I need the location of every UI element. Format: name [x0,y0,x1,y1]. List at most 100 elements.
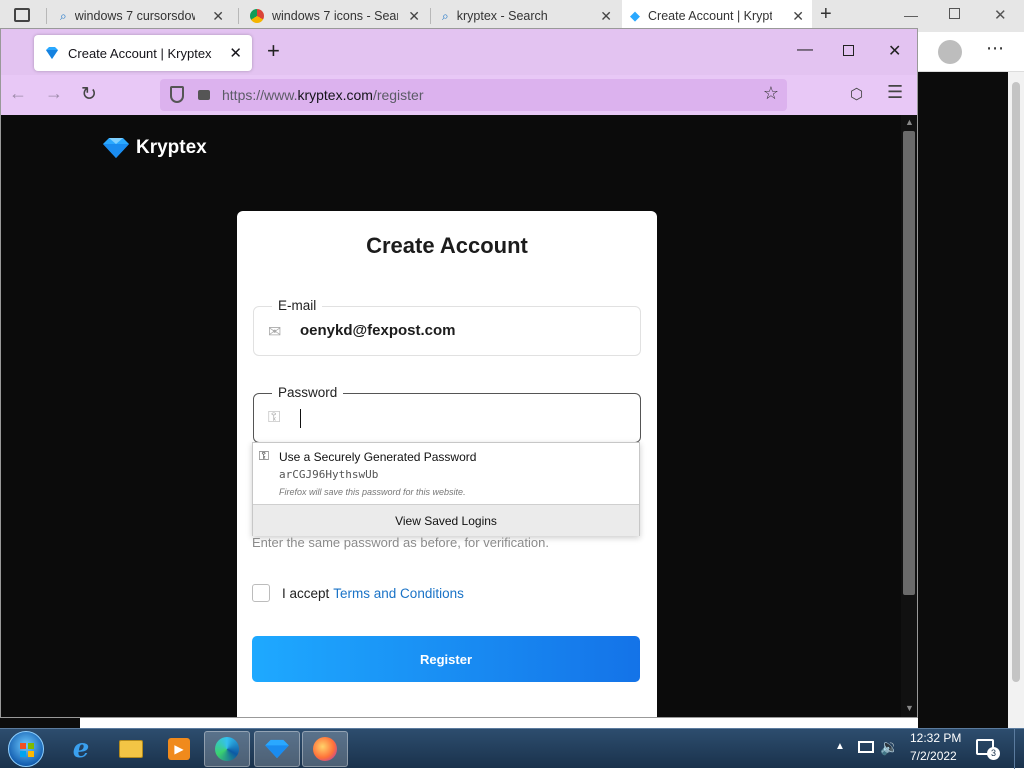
view-saved-logins-button[interactable]: View Saved Logins [253,504,639,536]
email-field[interactable]: E-mail ✉ oenykd@fexpost.com [253,298,641,356]
logo-text: Kryptex [136,137,207,158]
clock-time[interactable]: 12:32 PM [910,731,961,745]
firefox-window: Create Account | Kryptex ✕ + — ✕ ← → ↻ h… [0,28,918,718]
new-tab-icon[interactable]: + [267,39,280,63]
tab-separator [430,8,431,24]
text-caret [300,409,301,428]
media-player-button[interactable]: ▶ [156,731,202,767]
clock-date[interactable]: 7/2/2022 [910,749,957,763]
email-label: E-mail [272,298,323,313]
tracking-shield-icon[interactable] [170,86,184,103]
url-prefix: https://www. [222,87,298,103]
close-icon[interactable]: ✕ [600,8,612,25]
notification-count: 3 [987,747,1000,760]
terms-link[interactable]: Terms and Conditions [333,586,464,601]
folder-icon [119,740,143,758]
close-icon[interactable]: ✕ [229,44,242,62]
scrollbar-thumb[interactable] [903,131,915,595]
back-arrow-icon[interactable]: ← [9,83,27,104]
url-host: kryptex.com [297,87,373,103]
firefox-tab-strip: Create Account | Kryptex ✕ + — ✕ [1,29,917,75]
profile-avatar[interactable] [938,40,962,64]
url-text[interactable]: https://www.kryptex.com/register [222,87,424,103]
tab-separator [238,8,239,24]
lock-icon[interactable] [198,90,210,100]
tab-separator [46,8,47,24]
terms-prefix: I accept [282,585,330,601]
file-explorer-button[interactable] [108,731,154,767]
generated-password-option[interactable]: ⚿ Use a Securely Generated Password arCG… [253,443,639,503]
forward-arrow-icon[interactable]: → [45,83,63,104]
chrome-favicon-icon [250,9,264,23]
tab-label: windows 7 cursorsdown [74,9,195,23]
password-label: Password [272,385,344,400]
windows-taskbar: e ▶ ▲ 🔉 12:32 PM 7/2/2022 3 [0,728,1024,769]
kryptex-taskbar-button[interactable] [254,731,300,767]
close-icon[interactable]: ✕ [212,8,224,25]
generate-password-title: Use a Securely Generated Password [279,450,477,464]
more-options-icon[interactable]: ⋯ [986,38,1004,59]
kryptex-diamond-icon: ◆ [630,8,640,23]
password-autocomplete-popup: ⚿ Use a Securely Generated Password arCG… [252,442,640,536]
edge-scrollbar-thumb[interactable] [1012,82,1020,682]
scroll-up-icon[interactable]: ▲ [905,117,914,127]
restore-icon[interactable] [949,8,960,19]
kryptex-diamond-icon [103,138,129,158]
firefox-nav-bar: ← → ↻ https://www.kryptex.com/register ☆… [1,75,917,115]
tab-label: Create Account | Krypte [648,9,772,23]
kryptex-logo[interactable]: Kryptex [102,137,207,159]
maximize-icon[interactable] [843,45,854,56]
verify-password-help-text: Enter the same password as before, for v… [252,535,549,550]
terms-checkbox[interactable] [252,584,270,602]
password-field[interactable]: Password ⚿ [253,385,641,443]
bookmark-star-icon[interactable]: ☆ [763,83,779,104]
search-icon: ⌕ [60,8,67,23]
pocket-icon[interactable]: ⬡ [850,85,863,103]
key-icon: ⚿ [268,409,281,426]
firefox-icon [313,737,337,761]
search-icon: ⌕ [442,8,449,23]
key-icon: ⚿ [259,448,269,463]
internet-explorer-icon: e [72,734,90,764]
firefox-scrollbar[interactable]: ▲ ▼ [901,115,917,717]
show-desktop-button[interactable] [1014,729,1024,769]
volume-icon[interactable]: 🔉 [880,738,899,756]
close-icon[interactable]: ✕ [888,41,901,61]
register-button[interactable]: Register [252,636,640,682]
show-hidden-icons-icon[interactable]: ▲ [835,741,845,752]
close-icon[interactable]: ✕ [408,8,420,25]
page-title: Create Account [366,233,528,258]
envelope-icon: ✉ [268,324,282,341]
minimize-icon[interactable]: — [904,7,918,23]
firefox-tab-create-account[interactable]: Create Account | Kryptex ✕ [34,35,252,71]
internet-explorer-button[interactable]: e [58,731,104,767]
firefox-taskbar-button[interactable] [302,731,348,767]
close-icon[interactable]: ✕ [792,8,804,25]
tab-label: kryptex - Search [456,9,548,23]
kryptex-diamond-icon [265,739,289,759]
edge-tab-actions-icon[interactable] [14,8,30,22]
menu-icon[interactable]: ☰ [887,82,903,103]
url-path: /register [372,87,424,103]
network-icon[interactable] [858,741,874,753]
tab-label: windows 7 icons - Searc [272,9,398,23]
url-bar[interactable]: https://www.kryptex.com/register ☆ [160,79,787,111]
kryptex-diamond-icon [46,47,58,59]
terms-row: I accept Terms and Conditions [252,584,464,602]
save-password-note: Firefox will save this password for this… [279,487,466,497]
edge-icon [215,737,239,761]
tab-label: Create Account | Kryptex [68,45,212,61]
action-center-icon[interactable]: 3 [976,739,1000,760]
edge-scrollbar[interactable] [1008,72,1024,728]
reload-icon[interactable]: ↻ [81,83,97,106]
scroll-down-icon[interactable]: ▼ [905,703,914,713]
windows-logo-icon [20,743,34,757]
generated-password-value: arCGJ96HythswUb [279,468,379,481]
start-button[interactable] [8,731,44,767]
media-player-icon: ▶ [168,738,190,760]
close-icon[interactable]: ✕ [994,6,1007,24]
email-value[interactable]: oenykd@fexpost.com [300,322,456,339]
minimize-icon[interactable]: — [797,41,813,59]
edge-taskbar-button[interactable] [204,731,250,767]
new-tab-icon[interactable]: + [820,3,832,26]
